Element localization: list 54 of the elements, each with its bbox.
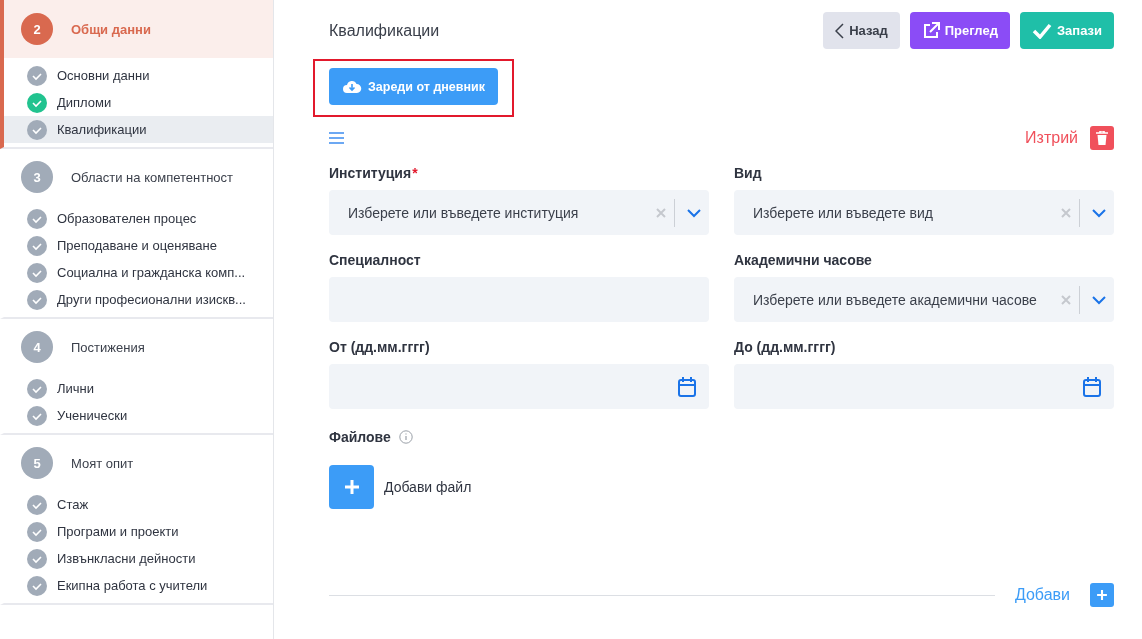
sidebar-item[interactable]: Преподаване и оценяване <box>4 232 273 259</box>
sidebar-item[interactable]: Стаж <box>4 491 273 518</box>
add-button[interactable] <box>1090 583 1114 607</box>
sidebar-item[interactable]: Екипна работа с учители <box>4 572 273 599</box>
delete-label[interactable]: Изтрий <box>1025 129 1078 147</box>
select-field[interactable]: Изберете или въведете институция <box>329 190 709 235</box>
external-link-icon <box>921 21 940 40</box>
step-title[interactable]: Области на компетентност <box>71 169 233 185</box>
preview-button[interactable]: Преглед <box>909 12 1010 49</box>
back-button[interactable]: Назад <box>823 12 900 49</box>
step-title[interactable]: Моят опит <box>71 455 134 471</box>
required-mark: * <box>412 165 418 181</box>
sidebar-item[interactable]: Основни данни <box>4 62 273 89</box>
menu-icon[interactable] <box>329 132 344 144</box>
add-file-label[interactable]: Добави файл <box>384 479 472 495</box>
clear-icon[interactable] <box>656 207 666 218</box>
trash-icon <box>1096 131 1108 145</box>
clear-icon[interactable] <box>1061 294 1071 305</box>
field-label: Вид <box>734 165 762 181</box>
delete-button[interactable] <box>1090 126 1114 150</box>
step-number: 3 <box>21 161 53 193</box>
select-field[interactable]: Изберете или въведете вид <box>734 190 1114 235</box>
page-title: Квалификации <box>329 21 440 40</box>
sidebar-item[interactable]: Други професионални изискв... <box>4 286 273 313</box>
field-label: До (дд.мм.гггг) <box>734 339 836 355</box>
add-file-button[interactable] <box>329 465 374 509</box>
date-field[interactable] <box>734 364 1114 409</box>
calendar-icon[interactable] <box>678 376 696 397</box>
field-label: Специалност <box>329 252 421 268</box>
step-number: 5 <box>21 447 53 479</box>
sidebar-item[interactable]: Извънкласни дейности <box>4 545 273 572</box>
clear-icon[interactable] <box>1061 207 1071 218</box>
sidebar-item[interactable]: Образователен процес <box>4 205 273 232</box>
select-field[interactable]: Изберете или въведете академични часове <box>734 277 1114 322</box>
check-icon <box>1031 22 1052 39</box>
step-number: 4 <box>21 331 53 363</box>
calendar-icon[interactable] <box>1083 376 1101 397</box>
sidebar-item[interactable]: Квалификации <box>4 116 273 143</box>
plus-icon <box>1095 588 1109 602</box>
cloud-download-icon <box>342 79 362 94</box>
files-label: Файлове <box>329 429 391 445</box>
field-label: Академични часове <box>734 252 872 268</box>
sidebar-item[interactable]: Социална и гражданска комп... <box>4 259 273 286</box>
info-icon[interactable] <box>398 430 413 444</box>
chevron-left-icon <box>835 22 845 39</box>
field-label: От (дд.мм.гггг) <box>329 339 430 355</box>
step-title[interactable]: Постижения <box>71 339 145 355</box>
sidebar-item[interactable]: Дипломи <box>4 89 273 116</box>
sidebar-item[interactable]: Лични <box>4 375 273 402</box>
field-label: Институция <box>329 165 412 181</box>
sidebar-item[interactable]: Програми и проекти <box>4 518 273 545</box>
step-number: 2 <box>21 13 53 45</box>
date-field[interactable] <box>329 364 709 409</box>
sidebar-item[interactable]: Ученически <box>4 402 273 429</box>
